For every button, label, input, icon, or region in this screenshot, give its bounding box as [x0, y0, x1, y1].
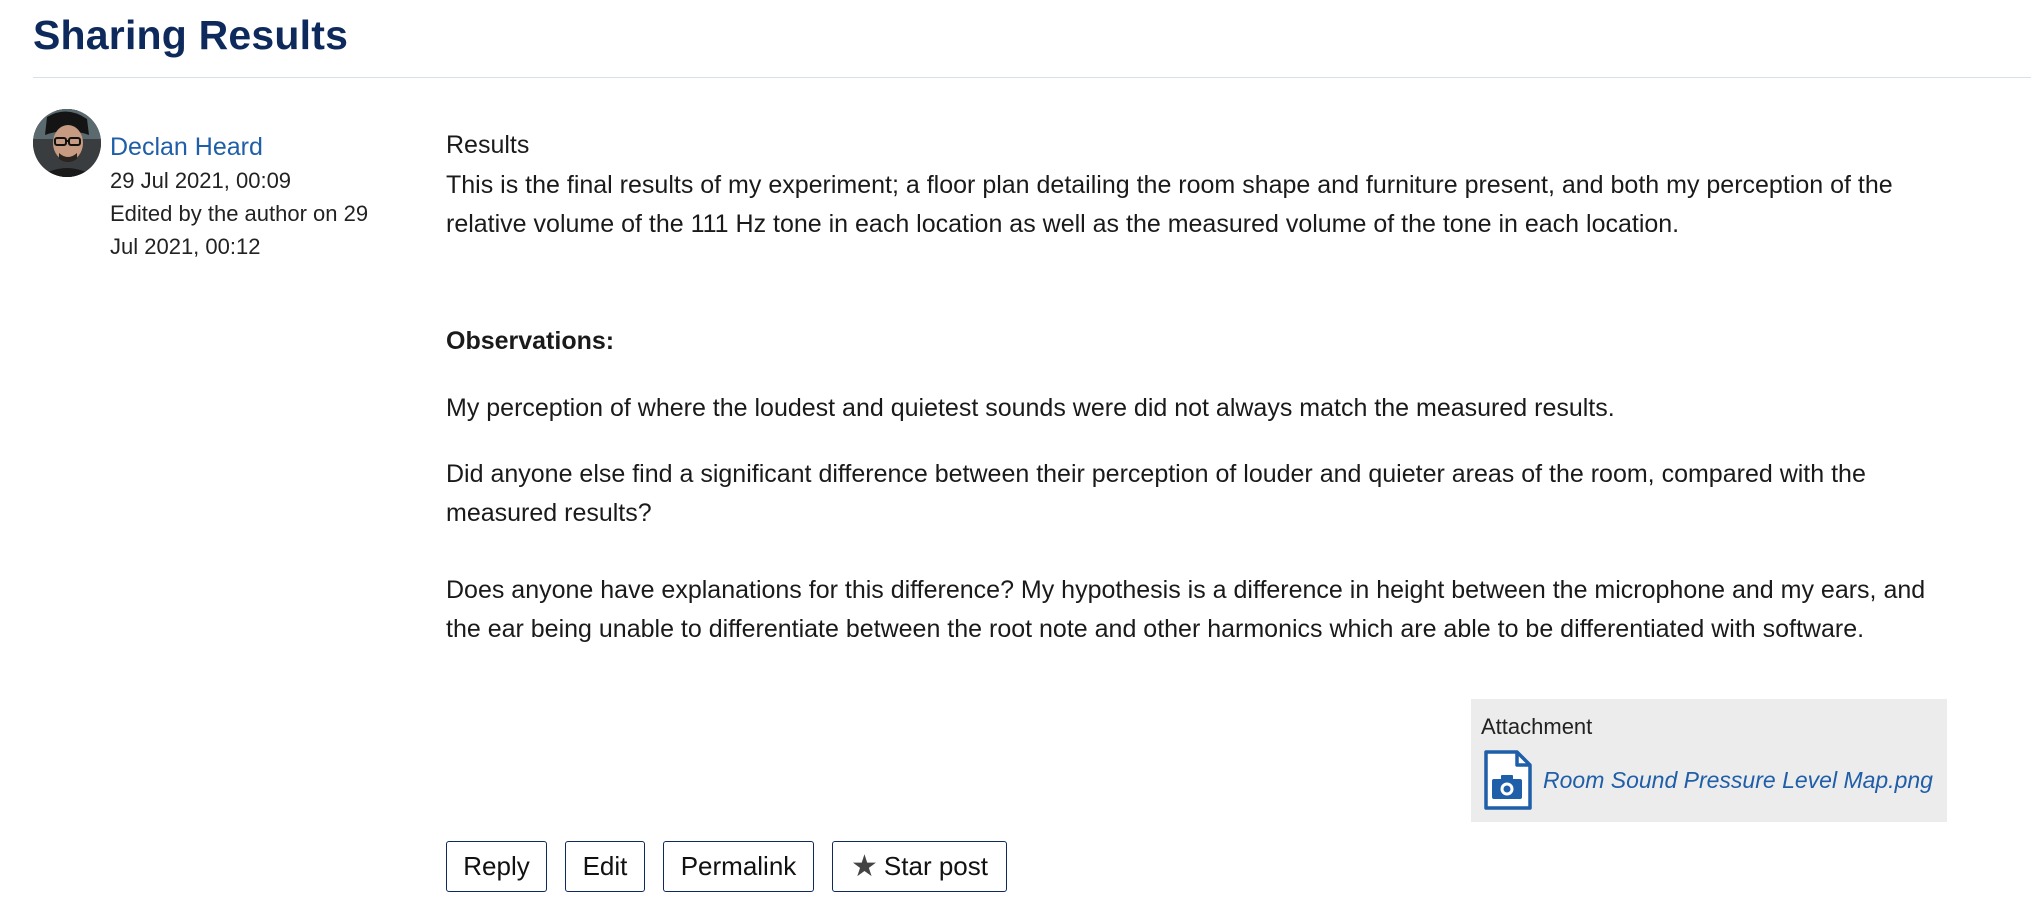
permalink-button[interactable]: Permalink	[663, 841, 814, 892]
star-post-button[interactable]: ★ Star post	[832, 841, 1007, 892]
post-date: 29 Jul 2021, 00:09	[110, 168, 292, 193]
attachment-box: Attachment Room Sound Pressure Level Map…	[1471, 699, 1947, 822]
image-file-icon[interactable]	[1483, 749, 1533, 811]
post-paragraph: Did anyone else find a significant diffe…	[446, 460, 1866, 527]
post-paragraph: My perception of where the loudest and q…	[446, 394, 1615, 422]
post-body: Results This is the final results of my …	[446, 126, 1946, 649]
post-paragraph: This is the final results of my experime…	[446, 171, 1893, 238]
author-info: Declan Heard 29 Jul 2021, 00:09 Edited b…	[110, 130, 400, 263]
star-post-label: Star post	[883, 851, 988, 881]
author-name-link[interactable]: Declan Heard	[110, 130, 400, 164]
avatar[interactable]	[33, 109, 101, 177]
star-icon: ★	[851, 849, 878, 883]
observations-heading: Observations:	[446, 327, 615, 355]
edited-note-line-2: Jul 2021, 00:12	[110, 234, 261, 259]
title-divider	[33, 77, 2031, 78]
post-actions: Reply Edit Permalink ★ Star post	[446, 841, 1007, 892]
page-title: Sharing Results	[33, 12, 349, 58]
post-paragraph: Does anyone have explanations for this d…	[446, 576, 1926, 643]
post-subject: Results	[446, 131, 530, 159]
edit-button[interactable]: Edit	[565, 841, 645, 892]
edited-note-line-1: Edited by the author on 29	[110, 201, 369, 226]
attachment-label: Attachment	[1481, 714, 1593, 739]
reply-button[interactable]: Reply	[446, 841, 547, 892]
attachment-row: Room Sound Pressure Level Map.png	[1481, 749, 1937, 811]
attachment-file-link[interactable]: Room Sound Pressure Level Map.png	[1543, 767, 1933, 794]
